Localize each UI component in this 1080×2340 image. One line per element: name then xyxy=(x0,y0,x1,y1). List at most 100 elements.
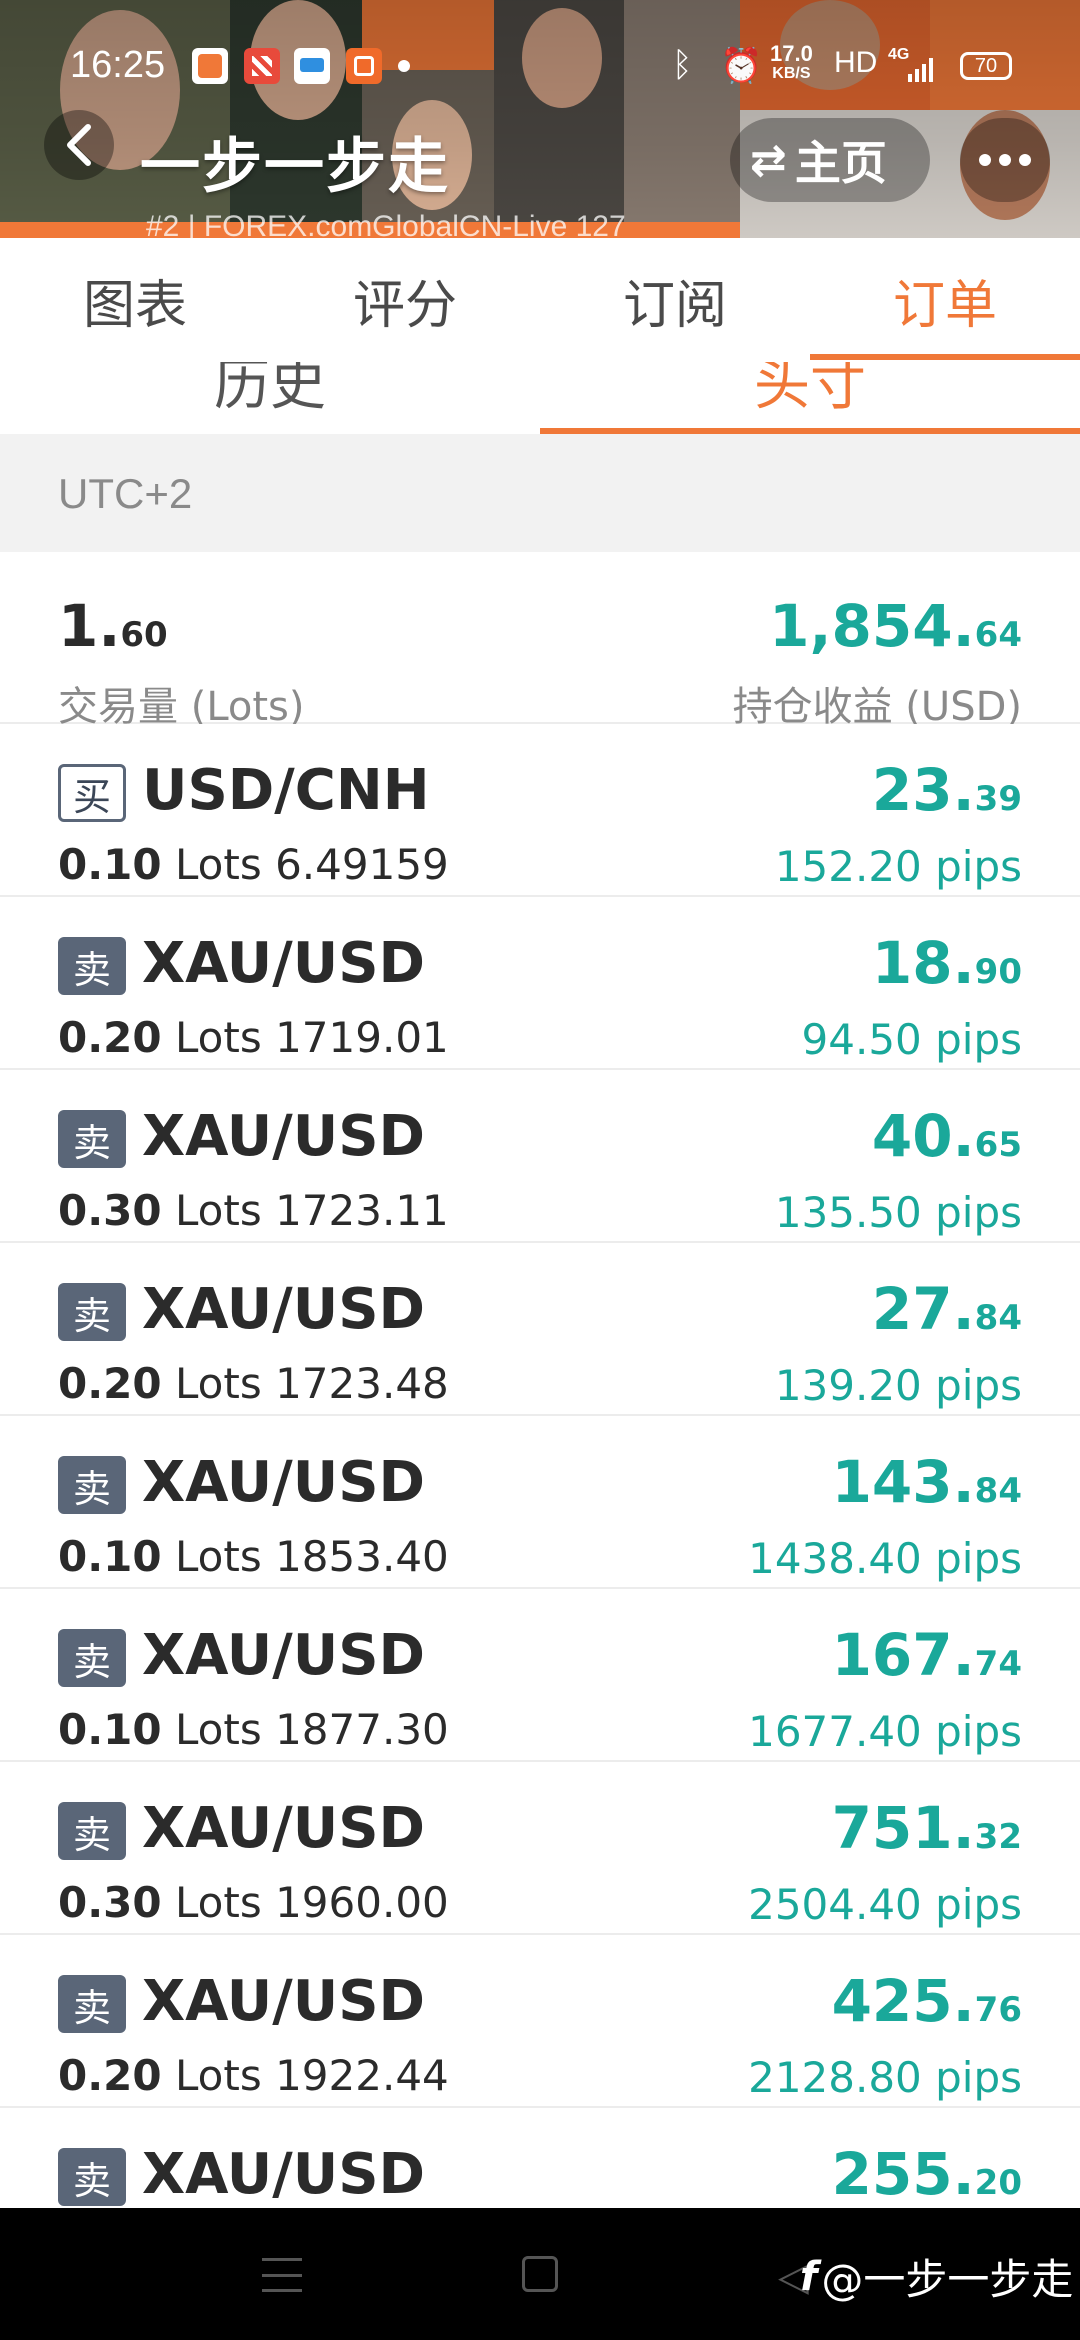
order-open-price: 1853.40 xyxy=(275,1532,449,1581)
order-symbol: XAU/USD xyxy=(142,931,426,996)
main-tab-indicator xyxy=(810,354,1080,360)
order-lots-unit: Lots xyxy=(175,1186,262,1235)
order-row[interactable]: 卖 XAU/USD 0.20 Lots 1723.48 27.84 139.20 pip… xyxy=(0,1243,1080,1416)
watermark: f @一步一步走 xyxy=(800,2246,1073,2307)
order-lots-unit: Lots xyxy=(175,1878,262,1927)
home-button-label: 主页 xyxy=(794,136,887,190)
order-open-price: 6.49159 xyxy=(275,840,449,889)
order-row[interactable]: 卖 XAU/USD 0.30 Lots 1723.11 40.65 135.50 pip… xyxy=(0,1070,1080,1243)
tab-subscribe[interactable]: 订阅 xyxy=(540,238,810,362)
order-detail: 0.30 Lots 1960.00 xyxy=(58,1878,449,1927)
order-symbol: USD/CNH xyxy=(142,758,430,823)
order-lots: 0.20 xyxy=(58,1359,162,1408)
timezone-label: UTC+2 xyxy=(58,470,193,517)
positions-summary: 1.60 1,854.64 交易量 (Lots) 持仓收益 (USD) xyxy=(0,552,1080,730)
grid-notification-icon xyxy=(346,48,382,84)
order-lots-unit: Lots xyxy=(175,2051,262,2100)
order-lots: 0.10 xyxy=(58,840,162,889)
status-bar: 16:25 ᛒ ⏰ 17.0 KB/S HD 4G 70 xyxy=(0,0,1080,130)
order-profit: 18.90 xyxy=(871,929,1022,997)
menu-line-icon xyxy=(262,2258,302,2261)
order-row[interactable]: 卖 XAU/USD 0.10 Lots 1877.30 167.74 1677.40 p… xyxy=(0,1589,1080,1762)
order-lots: 0.20 xyxy=(58,2051,162,2100)
order-detail: 0.10 Lots 6.49159 xyxy=(58,840,449,889)
order-lots-unit: Lots xyxy=(175,1359,262,1408)
order-profit: 425.76 xyxy=(831,1967,1022,2035)
order-profit: 27.84 xyxy=(871,1275,1022,1343)
wallet-notification-icon xyxy=(294,48,330,84)
order-detail: 0.10 Lots 1877.30 xyxy=(58,1705,449,1754)
order-open-price: 1723.48 xyxy=(275,1359,449,1408)
subtab-history[interactable]: 历史 xyxy=(0,362,540,421)
swap-icon: ⇄ xyxy=(750,134,787,186)
menu-line-icon xyxy=(262,2273,302,2277)
status-time: 16:25 xyxy=(70,44,166,86)
bluetooth-icon: ᛒ xyxy=(672,46,693,84)
order-detail: 0.20 Lots 1719.01 xyxy=(58,1013,449,1062)
watermark-logo-icon: f xyxy=(800,2253,818,2300)
nav-home-button[interactable] xyxy=(522,2256,558,2292)
order-profit: 255.20 xyxy=(831,2140,1022,2208)
system-nav-bar: ◁ f @一步一步走 xyxy=(0,2208,1080,2340)
sell-badge: 卖 xyxy=(58,937,126,995)
order-row[interactable]: 卖 XAU/USD 255.20 xyxy=(0,2108,1080,2208)
sell-badge: 卖 xyxy=(58,1456,126,1514)
order-row[interactable]: 卖 XAU/USD 0.20 Lots 1719.01 18.90 94.50 pips xyxy=(0,897,1080,1070)
sell-badge: 卖 xyxy=(58,1802,126,1860)
order-lots: 0.30 xyxy=(58,1186,162,1235)
order-pips: 2128.80 pips xyxy=(748,2053,1022,2102)
nav-menu-button[interactable] xyxy=(262,2258,302,2292)
page-title: 一步一步走 xyxy=(140,132,450,202)
order-list: 买 USD/CNH 0.10 Lots 6.49159 23.39 152.20 pip… xyxy=(0,724,1080,2208)
watermark-text: @一步一步走 xyxy=(821,2255,1074,2304)
net-speed: 17.0 KB/S xyxy=(770,41,813,83)
order-row[interactable]: 卖 XAU/USD 0.30 Lots 1960.00 751.32 2504.40 p… xyxy=(0,1762,1080,1935)
order-symbol: XAU/USD xyxy=(142,1450,426,1515)
order-pips: 135.50 pips xyxy=(774,1188,1022,1237)
more-dot-icon xyxy=(979,154,991,166)
subtab-positions[interactable]: 头寸 xyxy=(540,362,1080,421)
sell-badge: 卖 xyxy=(58,1283,126,1341)
order-row[interactable]: 买 USD/CNH 0.10 Lots 6.49159 23.39 152.20 pip… xyxy=(0,724,1080,897)
back-button[interactable] xyxy=(44,110,114,180)
tab-rating[interactable]: 评分 xyxy=(270,238,540,362)
order-open-price: 1960.00 xyxy=(275,1878,449,1927)
order-detail: 0.10 Lots 1853.40 xyxy=(58,1532,449,1581)
order-lots: 0.10 xyxy=(58,1705,162,1754)
more-dot-icon xyxy=(999,154,1011,166)
order-profit: 751.32 xyxy=(831,1794,1022,1862)
buy-badge: 买 xyxy=(58,764,126,822)
order-open-price: 1922.44 xyxy=(275,2051,449,2100)
timezone-bar: UTC+2 xyxy=(0,434,1080,552)
order-profit: 167.74 xyxy=(831,1621,1022,1689)
order-row[interactable]: 卖 XAU/USD 0.20 Lots 1922.44 425.76 2128.80 p… xyxy=(0,1935,1080,2108)
order-pips: 1677.40 pips xyxy=(748,1707,1022,1756)
order-symbol: XAU/USD xyxy=(142,1104,426,1169)
order-lots: 0.20 xyxy=(58,1013,162,1062)
signal-icon xyxy=(908,58,936,87)
more-options-button[interactable] xyxy=(960,118,1050,202)
order-profit: 23.39 xyxy=(871,756,1022,824)
sell-badge: 卖 xyxy=(58,1975,126,2033)
tab-chart[interactable]: 图表 xyxy=(0,238,270,362)
more-notifications-icon xyxy=(398,60,410,72)
main-tabs: 图表 评分 订阅 订单 xyxy=(0,238,1080,362)
order-pips: 139.20 pips xyxy=(774,1361,1022,1410)
order-profit: 40.65 xyxy=(871,1102,1022,1170)
order-open-price: 1719.01 xyxy=(275,1013,449,1062)
total-profit: 1,854.64 xyxy=(769,592,1022,660)
header-banner: 16:25 ᛒ ⏰ 17.0 KB/S HD 4G 70 一步一步走 ⇄ 主页 … xyxy=(0,0,1080,238)
tab-orders[interactable]: 订单 xyxy=(810,238,1080,362)
server-label: #2 | FOREX.comGlobalCN-Live 127 xyxy=(146,210,626,238)
sell-badge: 卖 xyxy=(58,1110,126,1168)
order-lots-unit: Lots xyxy=(175,1532,262,1581)
home-button[interactable]: ⇄ 主页 xyxy=(730,118,930,202)
order-symbol: XAU/USD xyxy=(142,1277,426,1342)
order-lots: 0.10 xyxy=(58,1532,162,1581)
chevron-left-icon xyxy=(67,124,91,166)
order-pips: 94.50 pips xyxy=(801,1015,1022,1064)
order-symbol: XAU/USD xyxy=(142,2142,426,2207)
checkers-notification-icon xyxy=(244,48,280,84)
order-pips: 2504.40 pips xyxy=(748,1880,1022,1929)
order-row[interactable]: 卖 XAU/USD 0.10 Lots 1853.40 143.84 1438.40 p… xyxy=(0,1416,1080,1589)
